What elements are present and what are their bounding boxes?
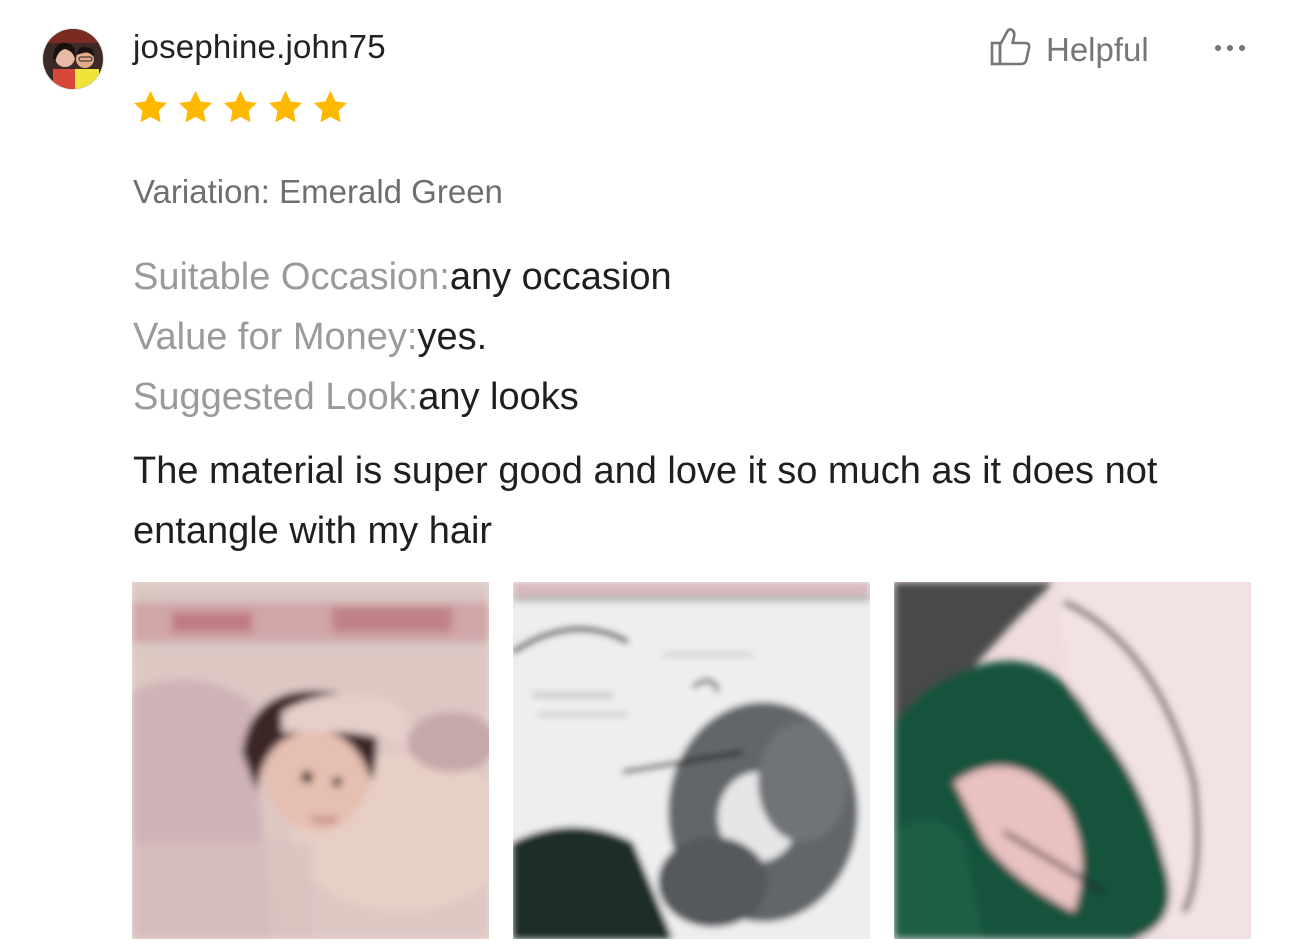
- attribute-value: any looks: [418, 376, 579, 418]
- review-photo-green-scrunchie[interactable]: [894, 582, 1251, 939]
- review-text: The material is super good and love it s…: [133, 450, 1158, 552]
- attribute-key: Suitable Occasion:: [133, 256, 450, 298]
- review-photo-woman-eye-mask[interactable]: [132, 582, 489, 939]
- thumbs-up-icon: [988, 24, 1034, 75]
- star-icon: [221, 88, 260, 127]
- attribute-suitable-occasion: Suitable Occasion:any occasion: [133, 253, 672, 301]
- more-horizontal-icon: [1212, 45, 1248, 64]
- star-icon: [311, 88, 350, 127]
- star-rating: [131, 88, 350, 127]
- attribute-value-for-money: Value for Money:yes.: [133, 313, 487, 361]
- helpful-button[interactable]: Helpful: [988, 24, 1149, 75]
- star-icon: [131, 88, 170, 127]
- helpful-label: Helpful: [1046, 30, 1149, 68]
- star-icon: [266, 88, 305, 127]
- attribute-suggested-look: Suggested Look:any looks: [133, 373, 579, 421]
- attribute-key: Suggested Look:: [133, 376, 419, 418]
- avatar[interactable]: [42, 28, 104, 90]
- review-card: josephine.john75 Helpful Variation: Emer…: [0, 0, 1290, 950]
- attribute-value: yes.: [417, 316, 488, 358]
- more-options-button[interactable]: [1212, 36, 1248, 60]
- review-photo-grey-scrunchie[interactable]: [513, 582, 870, 939]
- star-icon: [176, 88, 215, 127]
- attribute-key: Value for Money:: [133, 316, 418, 358]
- attribute-value: any occasion: [449, 256, 672, 298]
- username: josephine.john75: [133, 28, 386, 65]
- variation-text: Variation: Emerald Green: [133, 173, 503, 210]
